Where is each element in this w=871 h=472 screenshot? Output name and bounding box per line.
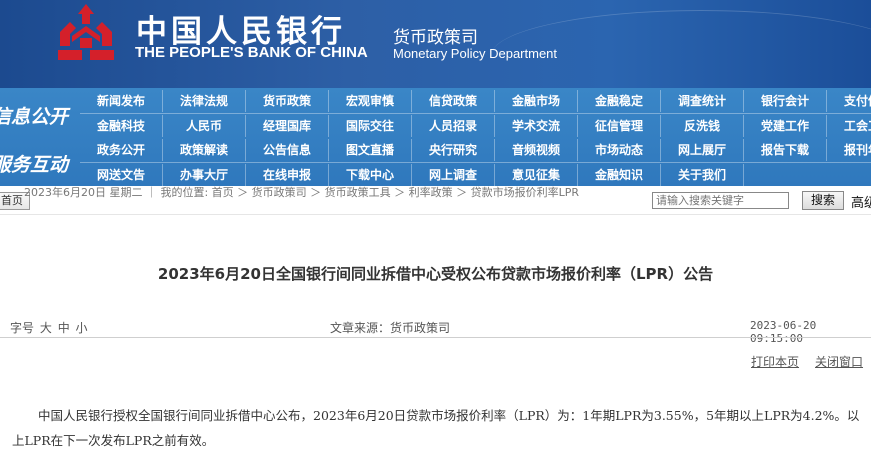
nav-item[interactable]: 办事大厅 <box>163 164 246 186</box>
article-body: 中国人民银行授权全国银行间同业拆借中心公布，2023年6月20日贷款市场报价利率… <box>12 408 860 448</box>
nav-divider <box>80 113 871 114</box>
nav-item[interactable]: 金融稳定 <box>578 90 661 112</box>
nav-item[interactable]: 调查统计 <box>661 90 744 112</box>
article-source: 文章来源：货币政策司 <box>330 321 451 335</box>
article-date: 2023-06-20 09:15:00 <box>750 319 817 345</box>
nav-item[interactable]: 报刊年鉴 <box>827 139 871 161</box>
nav-item[interactable]: 下载中心 <box>329 164 412 186</box>
search-input[interactable] <box>652 192 789 209</box>
font-size-selector: 字号 大 中 小 <box>10 319 90 336</box>
pboc-logo-icon[interactable] <box>54 2 118 64</box>
nav-item[interactable]: 市场动态 <box>578 139 661 161</box>
nav-item[interactable]: 网上调查 <box>412 164 495 186</box>
nav-divider <box>80 162 871 163</box>
font-size-medium-button[interactable]: 中 <box>58 321 70 335</box>
nav-item[interactable]: 学术交流 <box>495 115 578 137</box>
nav-row: 新闻发布 法律法规 货币政策 宏观审慎 信贷政策 金融市场 金融稳定 调查统计 … <box>80 90 871 112</box>
nav-item[interactable]: 金融知识 <box>578 164 661 186</box>
nav-item[interactable]: 人员招录 <box>412 115 495 137</box>
font-size-small-button[interactable]: 小 <box>76 321 88 335</box>
advanced-search-link[interactable]: 高级搜索 <box>851 192 871 211</box>
nav-item[interactable]: 法律法规 <box>163 90 246 112</box>
department-name-cn: 货币政策司 <box>393 28 478 48</box>
search-button[interactable]: 搜索 <box>802 191 844 210</box>
header-decoration <box>491 10 871 88</box>
site-header: 中国人民银行 THE PEOPLE'S BANK OF CHINA 货币政策司 … <box>0 0 871 88</box>
nav-section-service: 服务互动 <box>0 154 69 176</box>
nav-item[interactable]: 意见征集 <box>495 164 578 186</box>
print-page-link[interactable]: 打印本页 <box>751 353 799 370</box>
article-divider <box>0 337 871 338</box>
nav-item[interactable]: 政策解读 <box>163 139 246 161</box>
nav-item[interactable]: 网上展厅 <box>661 139 744 161</box>
nav-item[interactable]: 图文直播 <box>329 139 412 161</box>
breadcrumb: 2023年6月20日 星期二 ｜ 我的位置: 首页 ＞ 货币政策司 ＞ 货币政策… <box>24 186 580 199</box>
nav-item[interactable]: 党建工作 <box>744 115 827 137</box>
nav-item[interactable]: 报告下载 <box>744 139 827 161</box>
nav-row: 网送文告 办事大厅 在线申报 下载中心 网上调查 意见征集 金融知识 关于我们 <box>80 164 744 186</box>
nav-item[interactable]: 人民币 <box>163 115 246 137</box>
nav-item[interactable]: 货币政策 <box>246 90 329 112</box>
nav-section-info: 信息公开 <box>0 106 69 128</box>
nav-item[interactable]: 反洗钱 <box>661 115 744 137</box>
nav-item[interactable]: 关于我们 <box>661 164 744 186</box>
nav-item[interactable]: 金融市场 <box>495 90 578 112</box>
nav-row: 金融科技 人民币 经理国库 国际交往 人员招录 学术交流 征信管理 反洗钱 党建… <box>80 115 871 137</box>
close-window-link[interactable]: 关闭窗口 <box>815 353 863 370</box>
nav-item[interactable]: 公告信息 <box>246 139 329 161</box>
nav-item[interactable]: 金融科技 <box>80 115 163 137</box>
nav-item[interactable]: 银行会计 <box>744 90 827 112</box>
nav-row: 政务公开 政策解读 公告信息 图文直播 央行研究 音频视频 市场动态 网上展厅 … <box>80 139 871 161</box>
nav-item[interactable]: 支付体系 <box>827 90 871 112</box>
article-title: 2023年6月20日全国银行间同业拆借中心受权公布贷款市场报价利率（LPR）公告 <box>157 265 714 283</box>
main-navigation: 信息公开 服务互动 新闻发布 法律法规 货币政策 宏观审慎 信贷政策 金融市场 … <box>0 88 871 186</box>
nav-item[interactable]: 工会工作 <box>827 115 871 137</box>
nav-item[interactable]: 音频视频 <box>495 139 578 161</box>
nav-item[interactable]: 国际交往 <box>329 115 412 137</box>
font-size-large-button[interactable]: 大 <box>40 321 52 335</box>
nav-item[interactable]: 信贷政策 <box>412 90 495 112</box>
nav-item[interactable]: 宏观审慎 <box>329 90 412 112</box>
nav-item[interactable]: 政务公开 <box>80 139 163 161</box>
nav-item[interactable]: 央行研究 <box>412 139 495 161</box>
font-size-label: 字号 <box>10 321 35 335</box>
bank-name-en: THE PEOPLE'S BANK OF CHINA <box>135 44 368 61</box>
nav-item[interactable]: 征信管理 <box>578 115 661 137</box>
nav-item[interactable]: 在线申报 <box>246 164 329 186</box>
nav-item[interactable]: 经理国库 <box>246 115 329 137</box>
nav-item[interactable]: 新闻发布 <box>80 90 163 112</box>
nav-item[interactable]: 网送文告 <box>80 164 163 186</box>
